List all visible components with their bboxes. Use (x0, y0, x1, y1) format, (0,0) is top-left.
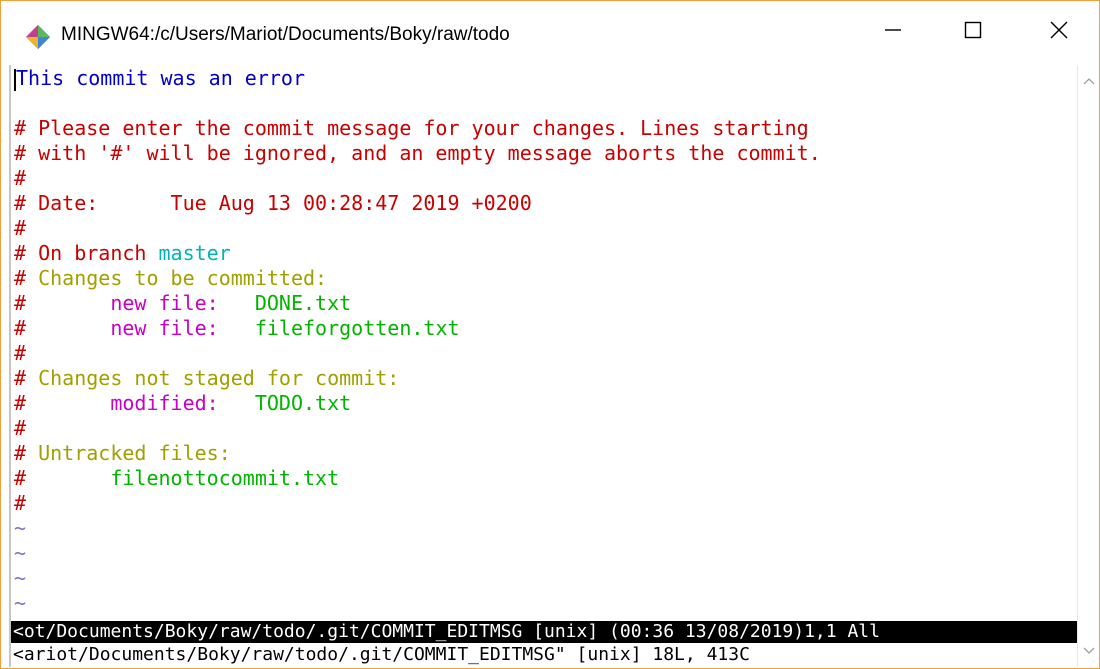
line-segment: # (14, 416, 27, 440)
line-segment: # Please enter the commit message for yo… (14, 116, 809, 140)
line-segment: # (14, 216, 27, 240)
line-segment: # (14, 441, 39, 465)
editor-line: # (14, 416, 26, 441)
vim-status-line: <ot/Documents/Boky/raw/todo/.git/COMMIT_… (11, 621, 1077, 643)
line-segment: new file: (110, 316, 255, 340)
line-segment: fileforgotten.txt (254, 316, 460, 340)
line-segment: # (14, 341, 27, 365)
line-segment: # Date: Tue Aug 13 00:28:47 2019 +0200 (14, 191, 532, 215)
editor-line: # modified: TODO.txt (14, 391, 351, 416)
terminal-editor[interactable]: <ot/Documents/Boky/raw/todo/.git/COMMIT_… (9, 65, 1077, 667)
line-segment: ~ (14, 591, 27, 615)
editor-line: # Please enter the commit message for yo… (14, 116, 809, 141)
line-segment: Changes to be committed: (38, 266, 328, 290)
line-segment: new file: (110, 291, 255, 315)
editor-line: ~ (14, 566, 26, 591)
line-segment: ~ (14, 516, 27, 540)
line-segment: filenottocommit.txt (110, 466, 340, 490)
line-segment: # (14, 391, 111, 415)
line-segment: # (14, 491, 27, 515)
editor-line: # Date: Tue Aug 13 00:28:47 2019 +0200 (14, 191, 532, 216)
line-segment: # (14, 266, 39, 290)
line-segment: This commit was an error (16, 66, 305, 90)
editor-line: # filenottocommit.txt (14, 466, 339, 491)
vertical-scrollbar[interactable] (1077, 65, 1099, 667)
minimize-button[interactable] (853, 1, 933, 63)
line-segment: TODO.txt (254, 391, 352, 415)
title-bar[interactable]: MINGW64:/c/Users/Mariot/Documents/Boky/r… (1, 1, 1099, 63)
git-bash-icon (25, 24, 51, 50)
editor-line: # Changes to be committed: (14, 266, 327, 291)
editor-line: # with '#' will be ignored, and an empty… (14, 141, 821, 166)
line-segment: ~ (14, 566, 27, 590)
editor-line: # (14, 341, 26, 366)
close-button[interactable] (1019, 1, 1099, 63)
editor-line: ~ (14, 591, 26, 616)
line-segment: # On branch (14, 241, 159, 265)
line-segment: # (14, 466, 111, 490)
line-segment: master (158, 241, 231, 265)
close-icon (1050, 21, 1068, 44)
line-segment: modified: (110, 391, 255, 415)
maximize-button[interactable] (933, 1, 1013, 63)
maximize-icon (964, 21, 982, 44)
line-segment: # (14, 366, 39, 390)
minimize-icon (884, 21, 902, 44)
line-segment: # with '#' will be ignored, and an empty… (14, 141, 821, 165)
terminal-window: MINGW64:/c/Users/Mariot/Documents/Boky/r… (0, 0, 1100, 669)
line-segment: # (14, 166, 27, 190)
editor-line: # On branch master (14, 241, 231, 266)
line-segment: Untracked files: (38, 441, 231, 465)
scroll-up-icon[interactable] (1081, 73, 1097, 89)
editor-line: # (14, 216, 26, 241)
vim-message-line: <ariot/Documents/Boky/raw/todo/.git/COMM… (11, 644, 1077, 666)
window-title: MINGW64:/c/Users/Mariot/Documents/Boky/r… (61, 24, 510, 45)
line-segment: ~ (14, 541, 27, 565)
line-segment: # (14, 316, 111, 340)
editor-line: # new file: DONE.txt (14, 291, 351, 316)
editor-line: This commit was an error (14, 66, 305, 91)
editor-line: ~ (14, 541, 26, 566)
editor-line: # Changes not staged for commit: (14, 366, 399, 391)
line-segment: DONE.txt (254, 291, 352, 315)
scroll-down-icon[interactable] (1081, 643, 1097, 659)
editor-line: # new file: fileforgotten.txt (14, 316, 460, 341)
line-segment: Changes not staged for commit: (38, 366, 400, 390)
editor-line: # (14, 491, 26, 516)
editor-line: # (14, 166, 26, 191)
editor-line: # Untracked files: (14, 441, 231, 466)
line-segment: # (14, 291, 111, 315)
editor-line: ~ (14, 516, 26, 541)
